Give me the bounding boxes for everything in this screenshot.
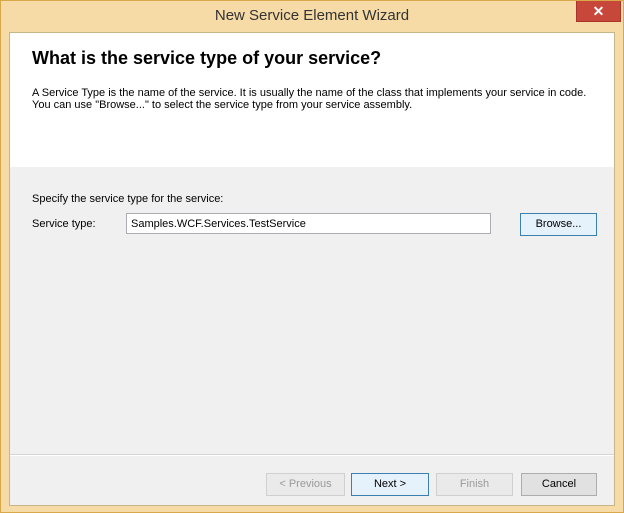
wizard-window: New Service Element Wizard ✕ What is the… [0, 0, 624, 513]
close-icon: ✕ [592, 3, 605, 19]
service-type-input[interactable] [126, 213, 491, 234]
cancel-button[interactable]: Cancel [521, 473, 597, 496]
next-button[interactable]: Next > [351, 473, 429, 496]
page-title: What is the service type of your service… [32, 48, 382, 68]
previous-button[interactable]: < Previous [266, 473, 345, 496]
wizard-client-area: What is the service type of your service… [9, 32, 615, 506]
browse-button[interactable]: Browse... [520, 213, 597, 236]
page-description: A Service Type is the name of the servic… [32, 87, 587, 111]
wizard-header: What is the service type of your service… [10, 33, 614, 167]
finish-button[interactable]: Finish [436, 473, 513, 496]
service-type-prompt: Specify the service type for the service… [32, 193, 224, 205]
footer-separator [10, 454, 614, 456]
window-title: New Service Element Wizard [214, 7, 410, 24]
close-button[interactable]: ✕ [576, 1, 621, 22]
title-bar[interactable]: New Service Element Wizard ✕ [1, 1, 623, 31]
service-type-label: Service type: [32, 218, 96, 230]
